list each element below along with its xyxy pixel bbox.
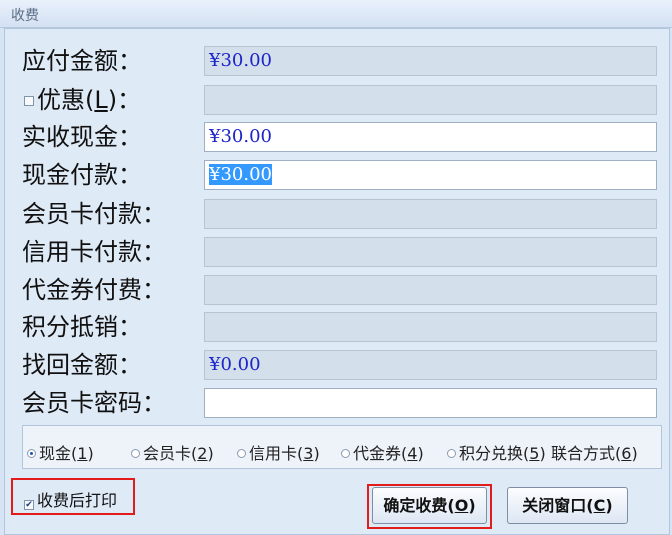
confirm-charge-button[interactable]: 确定收费(O) [372,487,487,524]
amount-due-field: ¥30.00 [204,46,657,76]
member-card-payment-field [204,199,657,229]
row-cash-payment: 现金付款： ¥30.00 [0,160,672,190]
window-title: 收费 [11,8,39,24]
check-icon: ✔ [24,500,34,510]
radio-voucher-indicator [341,449,350,458]
title-bar: 收费 [0,0,672,28]
cash-payment-selected-text: ¥30.00 [209,164,272,185]
row-points-deduction: 积分抵销： [0,312,672,342]
payment-method-group: 现金(1) 会员卡(2) 信用卡(3) 代金券(4) 积分兑换(5) 联合方式(… [22,425,662,469]
change-due-field: ¥0.00 [204,350,657,380]
voucher-payment-label: 代金券付费： [22,276,166,304]
row-credit-card-payment: 信用卡付款： [0,237,672,267]
member-card-password-input[interactable] [204,388,657,418]
radio-credit-card-indicator [237,449,246,458]
credit-card-payment-label: 信用卡付款： [22,238,166,266]
radio-cash[interactable]: 现金(1) [27,440,94,464]
discount-field [204,85,657,115]
radio-points-exchange[interactable]: 积分兑换(5) [447,440,546,464]
print-after-label: 收费后打印 [37,491,118,510]
change-due-label: 找回金额： [22,351,142,379]
row-amount-due: 应付金额： ¥30.00 [0,46,672,76]
cash-received-label: 实收现金： [22,123,142,151]
radio-combined[interactable]: 联合方式(6) [551,440,638,464]
member-card-payment-label: 会员卡付款： [22,200,166,228]
cash-received-input[interactable]: ¥30.00 [204,122,657,152]
print-after-checkbox[interactable]: ✔ 收费后打印 [24,487,117,511]
close-window-button[interactable]: 关闭窗口(C) [507,487,628,524]
points-deduction-label: 积分抵销： [22,313,142,341]
radio-cash-indicator [27,449,36,458]
row-change-due: 找回金额： ¥0.00 [0,350,672,380]
row-voucher-payment: 代金券付费： [0,275,672,305]
radio-voucher[interactable]: 代金券(4) [341,440,424,464]
row-member-card-password: 会员卡密码： [0,388,672,418]
radio-member-card-indicator [131,449,140,458]
row-discount: 优惠(L)： [0,85,672,115]
discount-label: 优惠(L)： [37,86,142,114]
radio-points-exchange-indicator [447,449,456,458]
amount-due-label: 应付金额： [22,47,142,75]
row-cash-received: 实收现金： ¥30.00 [0,122,672,152]
voucher-payment-field [204,275,657,305]
cash-payment-label: 现金付款： [22,161,142,189]
credit-card-payment-field [204,237,657,267]
row-member-card-payment: 会员卡付款： [0,199,672,229]
discount-checkbox[interactable] [24,96,34,106]
member-card-password-label: 会员卡密码： [22,389,166,417]
cash-payment-input[interactable]: ¥30.00 [204,160,657,190]
radio-member-card[interactable]: 会员卡(2) [131,440,214,464]
points-deduction-field [204,312,657,342]
radio-credit-card[interactable]: 信用卡(3) [237,440,320,464]
